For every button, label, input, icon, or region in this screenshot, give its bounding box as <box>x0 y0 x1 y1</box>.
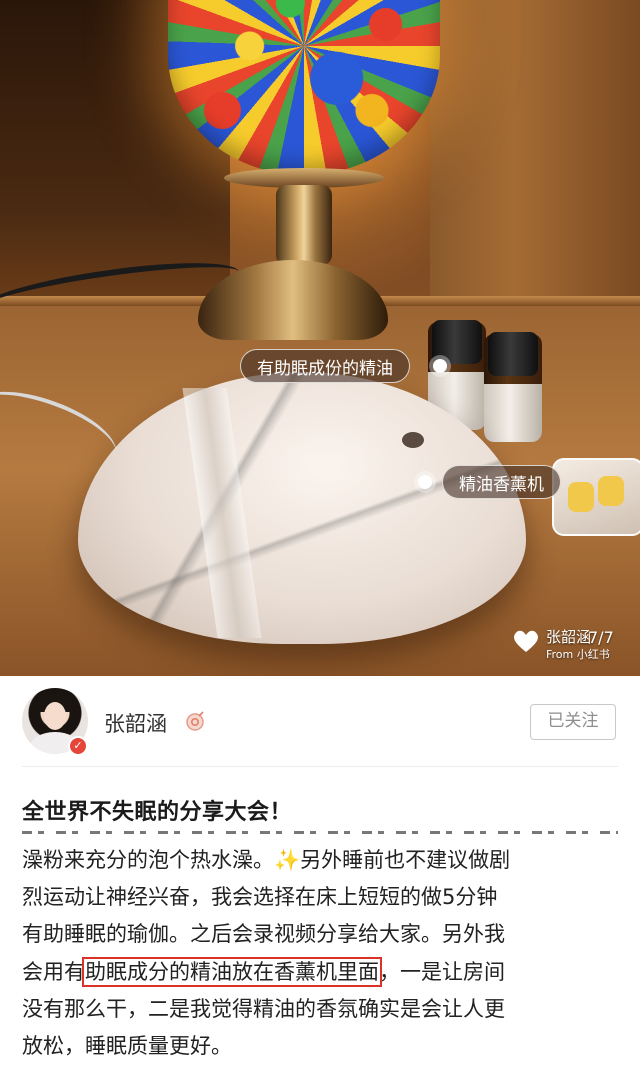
divider <box>22 766 618 767</box>
author-bar: ✓ 张韶涵 已关注 <box>0 676 640 768</box>
post-line: 没有那么干，二是我觉得精油的香氛确实是会让人更 <box>22 996 505 1021</box>
image-counter: 7/7 <box>588 628 614 647</box>
author-name[interactable]: 张韶涵 <box>104 708 167 738</box>
product-tag-label: 有助眠成份的精油 <box>257 358 393 379</box>
post-line: 澡粉来充分的泡个热水澡。✨另外睡前也不建议做剧 <box>22 842 622 879</box>
post-line: 会用有助眠成分的精油放在香薰机里面，一是让房间 <box>22 954 622 991</box>
post-text: ，一是让房间 <box>379 959 505 984</box>
clipped-text-line <box>22 830 618 836</box>
heart-logo-icon <box>514 630 538 652</box>
follow-button[interactable]: 已关注 <box>530 704 616 740</box>
earplug-box <box>552 458 640 536</box>
post-body: 澡粉来充分的泡个热水澡。✨另外睡前也不建议做剧 烈运动让神经兴奋，我会选择在床上… <box>22 842 622 1065</box>
product-tag-diffuser[interactable]: 精油香薰机 <box>442 465 561 499</box>
watermark-name: 张韶涵 <box>546 628 592 646</box>
lamp-neck <box>276 185 332 265</box>
oil-bottle <box>484 332 542 442</box>
watermark-source: From 小红书 <box>546 648 610 661</box>
post-text: 另外睡前也不建议做剧 <box>300 848 511 872</box>
verified-badge-icon: ✓ <box>68 736 88 756</box>
tag-anchor-dot[interactable] <box>433 359 447 373</box>
product-tag-essential-oil[interactable]: 有助眠成份的精油 <box>240 349 410 383</box>
sparkles-icon: ✨ <box>274 848 301 872</box>
post-line: 放松，睡眠质量更好。 <box>22 1033 232 1058</box>
post-line: 有助睡眠的瑜伽。之后会录视频分享给大家。另外我 <box>22 922 505 947</box>
tag-anchor-dot[interactable] <box>418 475 432 489</box>
post-line: 烈运动让神经兴奋，我会选择在床上短短的做5分钟 <box>22 885 498 910</box>
post-title: 全世界不失眠的分享大会！ <box>22 800 293 825</box>
post-text: 澡粉来充分的泡个热水澡。 <box>22 848 274 872</box>
post-photo[interactable]: 有助眠成份的精油 精油香薰机 张韶涵 From 小红书 7/7 <box>0 0 640 676</box>
highlighted-text: 助眠成分的精油放在香薰机里面 <box>82 956 382 987</box>
diffuser-mist-hole <box>402 432 424 448</box>
post-text: 会用有 <box>22 959 85 984</box>
female-gender-icon <box>186 711 204 731</box>
product-tag-label: 精油香薰机 <box>459 474 544 495</box>
